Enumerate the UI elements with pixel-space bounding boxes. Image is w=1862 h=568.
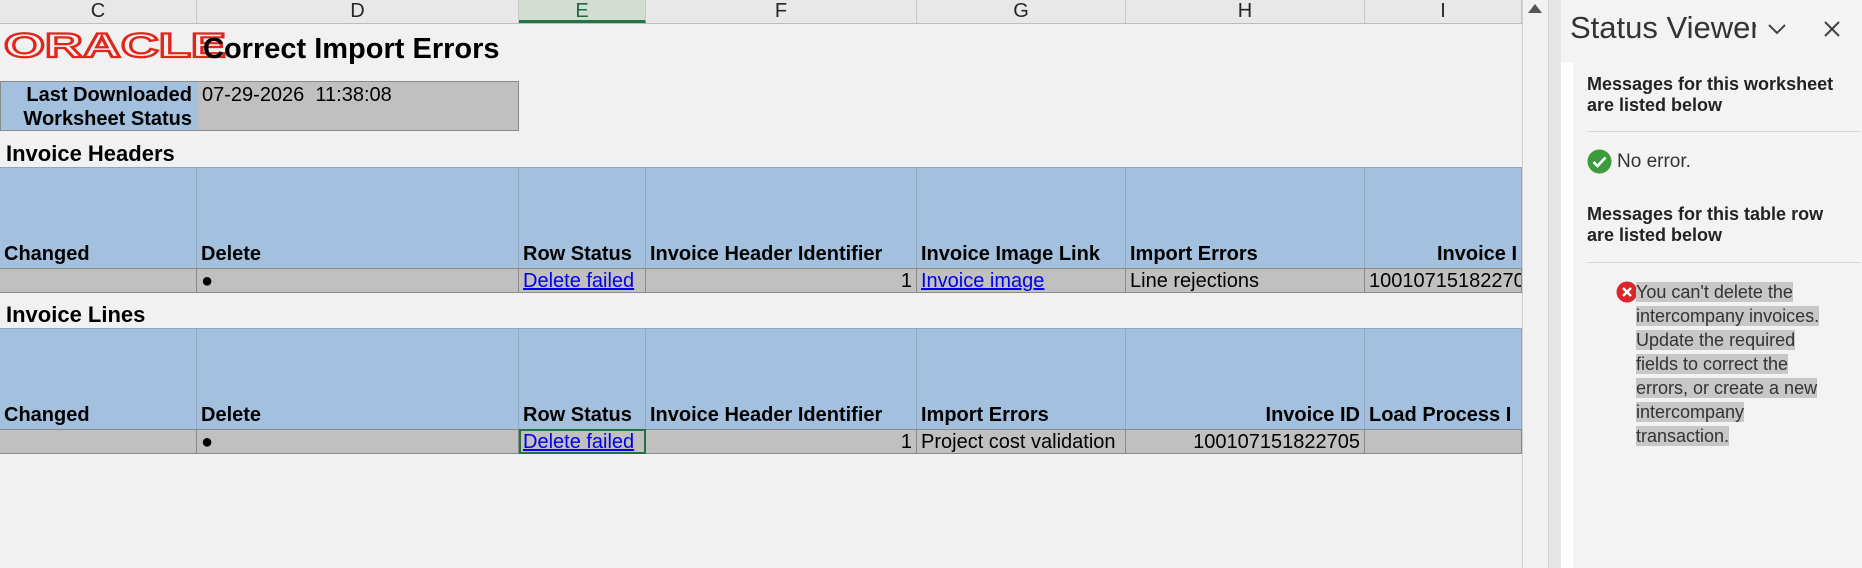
- column-header-c[interactable]: C: [0, 0, 197, 23]
- delete-failed-link[interactable]: Delete failed: [523, 270, 634, 292]
- error-message: You can't delete the intercompany invoic…: [1636, 280, 1822, 448]
- spreadsheet-area: C D E F G H I ORACLE Correct Import Erro…: [0, 0, 1522, 568]
- divider: [1587, 131, 1861, 132]
- column-header-d[interactable]: D: [197, 0, 519, 23]
- lines-hdr-changed[interactable]: Changed: [0, 328, 197, 429]
- header-row-status-cell[interactable]: Delete failed: [519, 268, 646, 293]
- hdr-changed[interactable]: Changed: [0, 167, 197, 268]
- oracle-logo-text: ORACLE: [4, 32, 226, 60]
- column-header-f[interactable]: F: [646, 0, 917, 23]
- last-downloaded-value[interactable]: 07-29-2026 11:38:08: [202, 84, 392, 107]
- header-row-invoice-id-cell[interactable]: 10010715182270: [1365, 268, 1522, 293]
- line-row-load-process-cell[interactable]: [1365, 429, 1522, 454]
- lines-hdr-invoice-header-identifier[interactable]: Invoice Header Identifier: [646, 328, 917, 429]
- header-row-delete-cell[interactable]: ●: [197, 268, 519, 293]
- status-viewer-pane: Status Viewer Messages for this workshee…: [1561, 0, 1862, 568]
- line-row-identifier-cell[interactable]: 1: [646, 429, 917, 454]
- invoice-image-link[interactable]: Invoice image: [921, 270, 1044, 292]
- header-row-import-errors-cell[interactable]: Line rejections: [1126, 268, 1365, 293]
- pane-splitter[interactable]: [1548, 0, 1562, 568]
- line-row-invoice-id-cell[interactable]: 100107151822705: [1126, 429, 1365, 454]
- hdr-invoice-header-identifier[interactable]: Invoice Header Identifier: [646, 167, 917, 268]
- line-row-delete-cell[interactable]: ●: [197, 429, 519, 454]
- header-row-identifier-cell[interactable]: 1: [646, 268, 917, 293]
- lines-hdr-load-process-id[interactable]: Load Process I: [1365, 328, 1522, 429]
- error-x-icon: [1616, 281, 1638, 303]
- column-header-g[interactable]: G: [917, 0, 1126, 23]
- lines-hdr-row-status[interactable]: Row Status: [519, 328, 646, 429]
- page-title: Correct Import Errors: [203, 33, 500, 65]
- worksheet-messages-heading: Messages for this worksheet are listed b…: [1587, 74, 1834, 115]
- error-message-text: You can't delete the intercompany invoic…: [1636, 282, 1820, 446]
- oracle-logo: ORACLE: [4, 32, 227, 60]
- lines-hdr-invoice-id[interactable]: Invoice ID: [1126, 328, 1365, 429]
- pane-header: Status Viewer: [1561, 0, 1862, 62]
- hdr-delete[interactable]: Delete: [197, 167, 519, 268]
- worksheet-status-label: Worksheet Status: [23, 108, 192, 130]
- worksheet-status-box: Last Downloaded Worksheet Status 07-29-2…: [0, 81, 519, 131]
- line-row-status-cell[interactable]: Delete failed: [519, 429, 646, 454]
- last-downloaded-label: Last Downloaded: [26, 84, 192, 106]
- column-header-i[interactable]: I: [1365, 0, 1522, 23]
- status-label-cell: Last Downloaded Worksheet Status: [1, 82, 198, 130]
- delete-failed-link[interactable]: Delete failed: [523, 431, 634, 453]
- line-row-import-errors-cell[interactable]: Project cost validation: [917, 429, 1126, 454]
- row-messages-heading: Messages for this table row are listed b…: [1587, 204, 1824, 245]
- invoice-headers-title: Invoice Headers: [6, 141, 175, 166]
- hdr-invoice-image-link[interactable]: Invoice Image Link: [917, 167, 1126, 268]
- pane-title: Status Viewer: [1570, 10, 1756, 45]
- hdr-row-status[interactable]: Row Status: [519, 167, 646, 268]
- hdr-import-errors[interactable]: Import Errors: [1126, 167, 1365, 268]
- divider: [1587, 262, 1861, 263]
- no-error-text: No error.: [1617, 151, 1691, 172]
- chevron-down-icon[interactable]: [1764, 16, 1790, 42]
- header-row-image-link-cell[interactable]: Invoice image: [917, 268, 1126, 293]
- lines-hdr-import-errors[interactable]: Import Errors: [917, 328, 1126, 429]
- column-header-row: C D E F G H I: [0, 0, 1522, 24]
- pane-body: Messages for this worksheet are listed b…: [1561, 62, 1862, 568]
- close-icon[interactable]: [1819, 16, 1845, 42]
- line-row-changed-cell[interactable]: [0, 429, 197, 454]
- vertical-scrollbar[interactable]: [1522, 0, 1549, 568]
- column-header-h[interactable]: H: [1126, 0, 1365, 23]
- lines-hdr-delete[interactable]: Delete: [197, 328, 519, 429]
- hdr-invoice-id[interactable]: Invoice I: [1365, 167, 1522, 268]
- success-check-icon: [1587, 149, 1612, 174]
- column-header-e[interactable]: E: [519, 0, 646, 23]
- header-row-changed-cell[interactable]: [0, 268, 197, 293]
- scroll-up-arrow-icon[interactable]: [1528, 4, 1542, 13]
- invoice-lines-title: Invoice Lines: [6, 302, 146, 327]
